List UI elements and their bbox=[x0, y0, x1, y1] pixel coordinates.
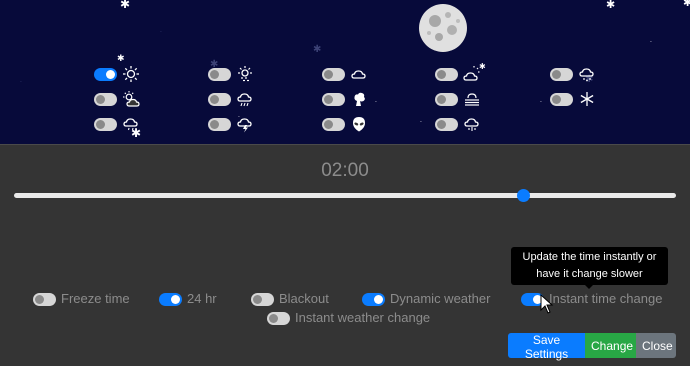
save-settings-button[interactable]: Save Settings bbox=[508, 333, 585, 361]
weather-option[interactable] bbox=[94, 114, 154, 134]
weather-toggle[interactable] bbox=[435, 118, 458, 131]
star-icon: · bbox=[540, 99, 542, 106]
close-button[interactable]: Close bbox=[636, 333, 676, 358]
tooltip: Update the time instantly or have it cha… bbox=[511, 247, 668, 285]
weather-toggle[interactable] bbox=[208, 68, 231, 81]
star-icon: ✱ bbox=[117, 54, 125, 64]
hail-cloud-icon bbox=[464, 118, 479, 131]
weather-toggle[interactable] bbox=[550, 68, 573, 81]
hr24-label: 24 hr bbox=[187, 291, 217, 306]
blackout-label: Blackout bbox=[279, 291, 329, 306]
cloudy-icon bbox=[351, 70, 366, 79]
weather-option[interactable] bbox=[322, 89, 382, 109]
fog-icon bbox=[465, 93, 479, 106]
star-icon: · bbox=[420, 119, 422, 126]
blackout-toggle[interactable] bbox=[251, 293, 274, 306]
time-slider-thumb[interactable] bbox=[517, 189, 531, 202]
star-icon: ✱ bbox=[606, 0, 616, 11]
sun-icon bbox=[123, 66, 139, 82]
weather-option[interactable] bbox=[550, 64, 610, 84]
tooltip-line-2: have it change slower bbox=[536, 268, 643, 280]
snow-cloud-icon bbox=[579, 68, 594, 82]
star-icon: ✱ bbox=[683, 0, 690, 9]
dynamic-weather-label: Dynamic weather bbox=[390, 291, 491, 306]
weather-option[interactable] bbox=[435, 114, 495, 134]
thunderstorm-icon bbox=[237, 118, 252, 133]
weather-toggle[interactable] bbox=[322, 93, 345, 106]
time-display: 02:00 bbox=[321, 160, 369, 181]
tooltip-arrow bbox=[584, 284, 594, 289]
weather-option[interactable] bbox=[550, 89, 610, 109]
weather-toggle[interactable] bbox=[94, 118, 117, 131]
weather-toggle[interactable] bbox=[94, 93, 117, 106]
star-icon: · bbox=[650, 39, 652, 46]
star-icon: · bbox=[160, 29, 162, 36]
instant-weather-change-toggle[interactable] bbox=[267, 312, 290, 325]
change-button[interactable]: Change bbox=[585, 333, 636, 358]
hr24-toggle[interactable] bbox=[159, 293, 182, 306]
time-slider[interactable] bbox=[14, 193, 676, 198]
weather-option[interactable] bbox=[435, 64, 495, 84]
weather-toggle[interactable] bbox=[208, 93, 231, 106]
weather-option[interactable] bbox=[208, 114, 268, 134]
moon-icon bbox=[419, 4, 467, 52]
weather-option[interactable] bbox=[322, 114, 382, 134]
weather-toggle[interactable] bbox=[435, 93, 458, 106]
weather-option[interactable] bbox=[322, 64, 382, 84]
tooltip-line-1: Update the time instantly or bbox=[522, 251, 657, 263]
weather-option[interactable] bbox=[208, 64, 268, 84]
weather-toggle[interactable] bbox=[322, 118, 345, 131]
instant-weather-change-label: Instant weather change bbox=[295, 310, 431, 325]
freeze-time-label: Freeze time bbox=[61, 291, 130, 306]
weather-toggle[interactable] bbox=[550, 93, 573, 106]
sun-cloud-icon bbox=[123, 91, 140, 107]
star-icon: ✱ bbox=[313, 44, 322, 55]
snowflake-icon bbox=[580, 92, 594, 106]
rain-cloud-icon bbox=[237, 93, 252, 107]
light-rain-cloud-icon bbox=[123, 118, 138, 131]
partly-cloudy-icon bbox=[463, 66, 480, 81]
sun-haze-icon bbox=[238, 66, 252, 82]
weather-toggle[interactable] bbox=[435, 68, 458, 81]
dynamic-weather-toggle[interactable] bbox=[362, 293, 385, 306]
weather-option[interactable] bbox=[94, 64, 154, 84]
weather-toggle[interactable] bbox=[94, 68, 117, 81]
star-icon: ✱ bbox=[120, 0, 131, 11]
weather-option[interactable] bbox=[94, 89, 154, 109]
weather-option[interactable] bbox=[435, 89, 495, 109]
freeze-time-toggle[interactable] bbox=[33, 293, 56, 306]
star-icon: · bbox=[20, 79, 22, 86]
weather-toggle[interactable] bbox=[208, 118, 231, 131]
weather-option[interactable] bbox=[208, 89, 268, 109]
time-weather-app: ✱ ✱ ✱ ✱ ✱ ✱ ✱ ✱ ✱ · · · · · · · 02:00 Fr… bbox=[0, 0, 690, 366]
alien-icon bbox=[353, 117, 365, 132]
mouse-cursor-icon bbox=[540, 294, 554, 314]
weather-toggle[interactable] bbox=[322, 68, 345, 81]
instant-time-change-label: Instant time change bbox=[549, 291, 663, 306]
smoke-icon bbox=[354, 92, 365, 106]
